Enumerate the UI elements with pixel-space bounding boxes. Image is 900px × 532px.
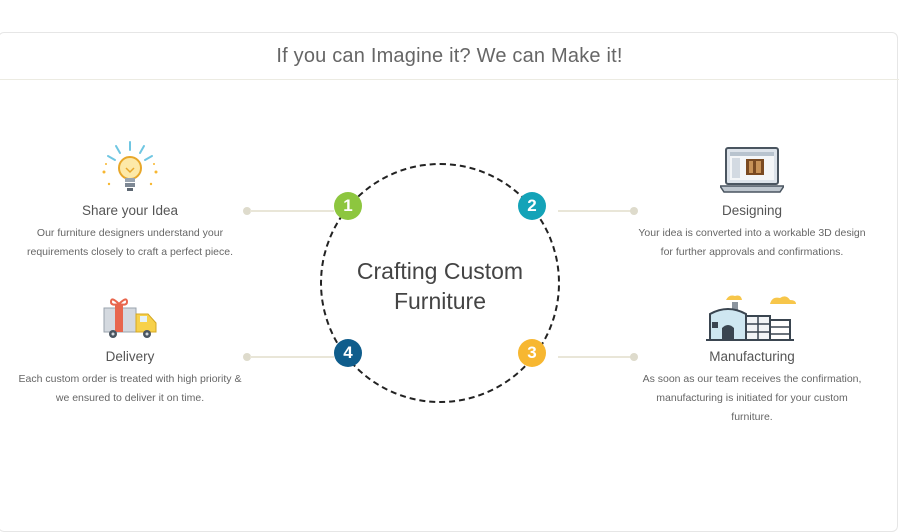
center-title-line2: Furniture xyxy=(393,288,487,314)
delivery-truck-icon xyxy=(100,294,160,342)
step-2-badge: 2 xyxy=(518,192,546,220)
step-3-description: As soon as our team receives the confirm… xyxy=(624,370,880,427)
step-4-desc-line2: we ensured to deliver it on time. xyxy=(55,392,205,404)
connector-line-1 xyxy=(250,210,334,212)
step-2-description: Your idea is converted into a workable 3… xyxy=(624,224,880,262)
step-4-desc-line1: Each custom order is treated with high p… xyxy=(18,373,242,385)
step-4-description: Each custom order is treated with high p… xyxy=(2,370,258,408)
step-1-desc-line1: Our furniture designers understand your xyxy=(36,227,224,239)
step-3-desc-line2: manufacturing is initiated for your cust… xyxy=(656,392,848,404)
step-delivery: Delivery Each custom order is treated wi… xyxy=(2,349,258,408)
step-4-title: Delivery xyxy=(105,349,155,364)
section-title: If you can Imagine it? We can Make it! xyxy=(0,33,899,80)
step-1-title: Share your Idea xyxy=(81,203,179,218)
lightbulb-icon xyxy=(98,140,162,196)
step-3-desc-line1: As soon as our team receives the confirm… xyxy=(642,373,862,385)
connector-line-2 xyxy=(558,210,634,212)
step-3-title: Manufacturing xyxy=(709,349,795,364)
step-1-desc-line2: requirements closely to craft a perfect … xyxy=(26,246,233,258)
center-title: Crafting Custom Furniture xyxy=(340,256,540,316)
factory-icon xyxy=(706,292,798,344)
step-3-desc-line3: furniture. xyxy=(731,411,773,423)
connector-line-4 xyxy=(250,356,334,358)
step-2-desc-line1: Your idea is converted into a workable 3… xyxy=(638,227,866,239)
step-2-title: Designing xyxy=(721,203,783,218)
laptop-icon xyxy=(718,146,786,196)
step-3-badge: 3 xyxy=(518,339,546,367)
center-title-line1: Crafting Custom xyxy=(356,258,524,284)
step-1-badge: 1 xyxy=(334,192,362,220)
step-designing: Designing Your idea is converted into a … xyxy=(624,203,880,262)
step-share-idea: Share your Idea Our furniture designers … xyxy=(2,203,258,262)
step-manufacturing: Manufacturing As soon as our team receiv… xyxy=(624,349,880,427)
step-1-description: Our furniture designers understand your … xyxy=(2,224,258,262)
connector-line-3 xyxy=(558,356,634,358)
step-2-desc-line2: for further approvals and confirmations. xyxy=(660,246,844,258)
step-4-badge: 4 xyxy=(334,339,362,367)
